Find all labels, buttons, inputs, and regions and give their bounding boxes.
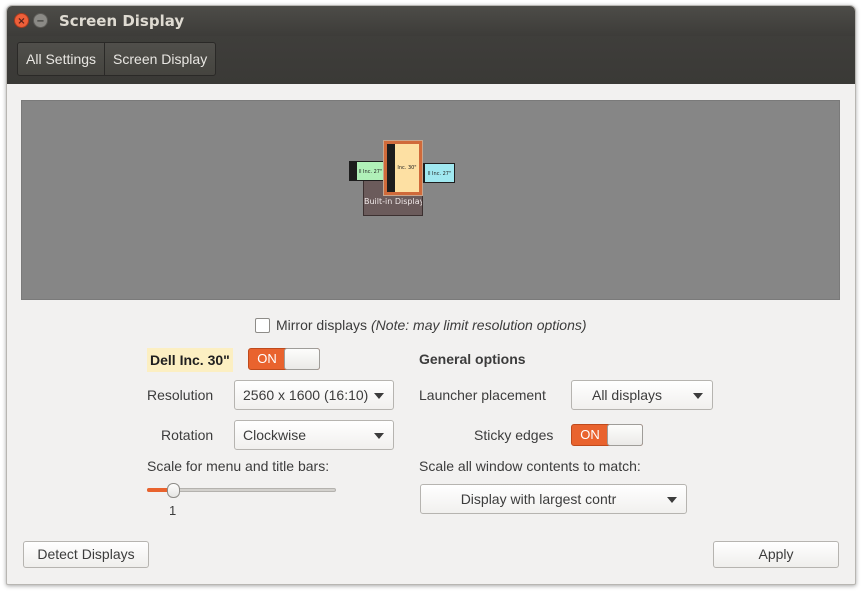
chevron-down-icon	[693, 393, 703, 399]
toolbar: All Settings Screen Display	[7, 36, 855, 84]
rotation-dropdown[interactable]: Clockwise	[234, 420, 394, 450]
breadcrumb: All Settings Screen Display	[17, 42, 217, 76]
minimize-icon[interactable]: −	[33, 13, 48, 28]
sticky-edges-toggle[interactable]: ON	[571, 424, 643, 446]
scale-slider-handle[interactable]	[167, 483, 180, 498]
detect-displays-button[interactable]: Detect Displays	[23, 541, 149, 568]
monitor-dell-30-selected[interactable]: Inc. 30"	[383, 140, 423, 196]
resolution-value: 2560 x 1600 (16:10)	[243, 387, 369, 403]
scale-all-dropdown[interactable]: Display with largest contr	[420, 484, 687, 514]
chevron-down-icon	[374, 433, 384, 439]
display-on-toggle[interactable]: ON	[248, 348, 320, 370]
window-title: Screen Display	[59, 12, 185, 30]
screen-display-window: × − Screen Display All Settings Screen D…	[6, 5, 856, 585]
sticky-edges-label: Sticky edges	[474, 427, 554, 443]
scale-menu-label: Scale for menu and title bars:	[147, 458, 330, 474]
scale-all-label: Scale all window contents to match:	[419, 458, 641, 474]
scale-all-value: Display with largest contr	[460, 491, 617, 507]
breadcrumb-screen-display[interactable]: Screen Display	[104, 43, 215, 75]
scale-slider-value: 1	[169, 503, 177, 518]
launcher-placement-dropdown[interactable]: All displays	[571, 380, 713, 410]
display-toggle-label: ON	[257, 351, 277, 366]
resolution-label: Resolution	[147, 387, 214, 403]
rotation-label: Rotation	[161, 427, 214, 443]
chevron-down-icon	[667, 497, 677, 503]
monitor-top-bar	[387, 144, 395, 192]
mirror-displays-note: (Note: may limit resolution options)	[371, 317, 587, 333]
monitor-dell-27-left[interactable]: ll Inc. 27"	[349, 161, 385, 181]
mirror-displays-row: Mirror displays (Note: may limit resolut…	[255, 315, 587, 335]
sticky-toggle-knob	[607, 424, 643, 446]
sticky-toggle-label: ON	[580, 427, 600, 442]
display-arrangement-preview[interactable]: Built-in Display ll Inc. 27" ll Inc. 27"…	[21, 100, 840, 300]
general-options-heading: General options	[419, 351, 526, 367]
launcher-placement-value: All displays	[591, 387, 663, 403]
close-icon[interactable]: ×	[14, 13, 29, 28]
apply-button[interactable]: Apply	[713, 541, 839, 568]
selected-display-name: Dell Inc. 30"	[147, 348, 233, 372]
monitor-dell-30-label: Inc. 30"	[397, 165, 417, 171]
chevron-down-icon	[374, 393, 384, 399]
rotation-value: Clockwise	[243, 427, 307, 443]
resolution-dropdown[interactable]: 2560 x 1600 (16:10)	[234, 380, 394, 410]
mirror-displays-checkbox[interactable]	[255, 317, 270, 333]
breadcrumb-all-settings[interactable]: All Settings	[18, 43, 104, 75]
display-toggle-knob	[284, 348, 320, 370]
mirror-displays-label[interactable]: Mirror displays	[276, 317, 367, 333]
monitor-dell-27-right[interactable]: ll Inc. 27"	[419, 163, 455, 183]
launcher-placement-label: Launcher placement	[419, 387, 546, 403]
title-bar: × − Screen Display	[7, 6, 855, 36]
